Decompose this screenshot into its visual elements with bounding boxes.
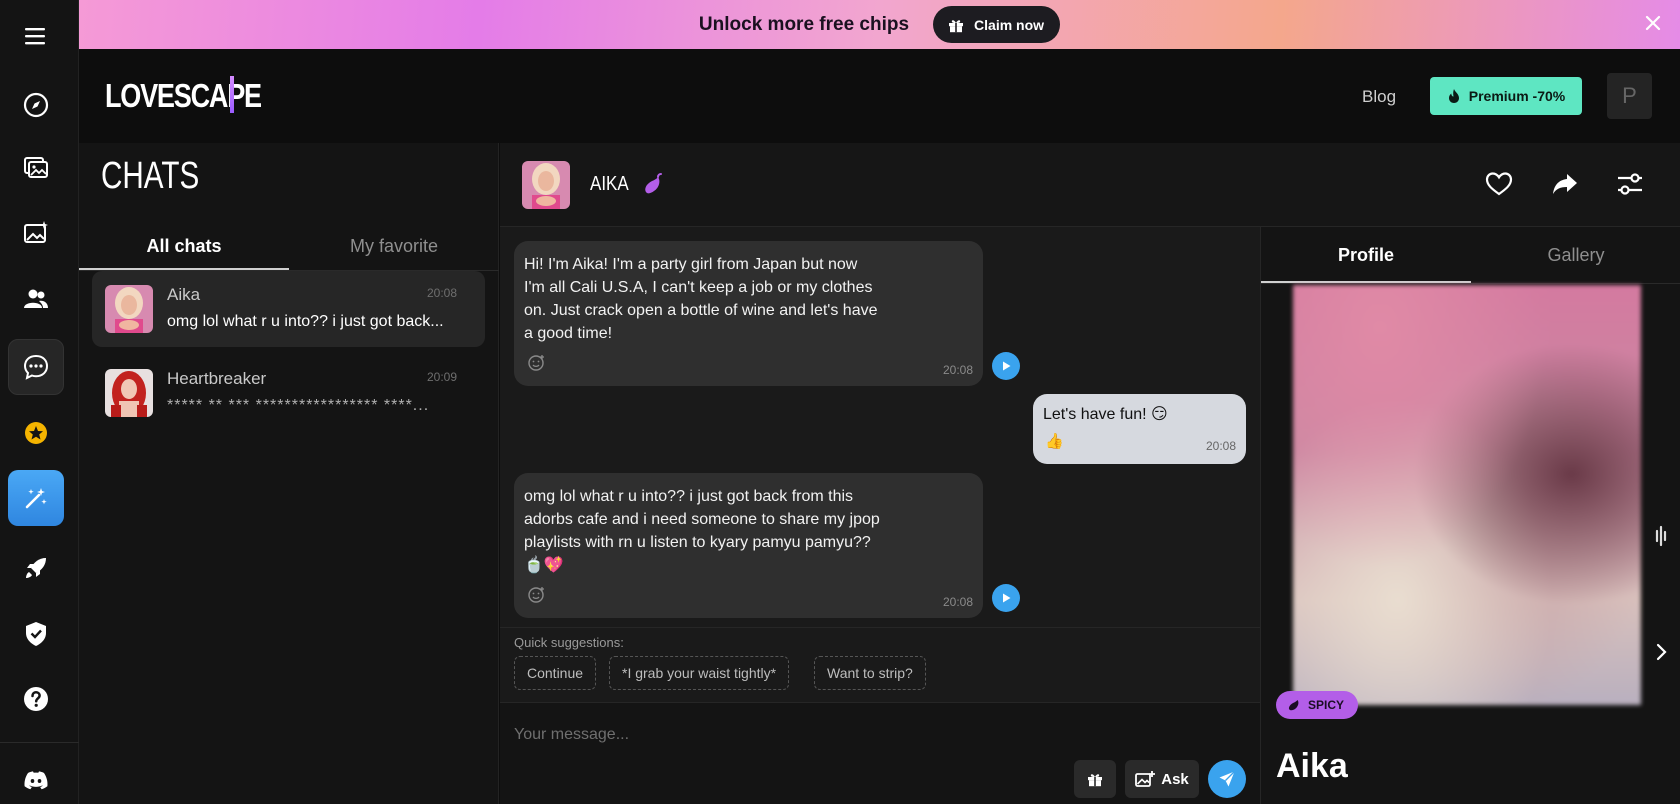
logo[interactable]: LOVESCAPE bbox=[105, 77, 262, 115]
banner-text: Unlock more free chips bbox=[698, 13, 910, 35]
spicy-label: SPICY bbox=[1308, 698, 1345, 712]
message-input[interactable] bbox=[514, 721, 1214, 749]
rocket-icon[interactable] bbox=[8, 540, 64, 596]
chats-icon[interactable] bbox=[8, 339, 64, 395]
pepper-icon bbox=[1288, 700, 1299, 711]
message-bubble-bot: omg lol what r u into?? i just got back … bbox=[514, 473, 983, 618]
chat-time: 20:09 bbox=[426, 370, 457, 384]
chat-list-item-aika[interactable]: Aika 20:08 omg lol what r u into?? i jus… bbox=[92, 271, 485, 347]
fire-icon bbox=[1448, 89, 1459, 103]
message-composer: Ask bbox=[500, 703, 1260, 804]
chats-panel: CHATS All chats My favorite Aika 20:08 o… bbox=[79, 143, 499, 804]
spicy-pepper-icon bbox=[640, 172, 666, 198]
suggestion-grab-waist[interactable]: *I grab your waist tightly* bbox=[609, 656, 790, 690]
gift-button[interactable] bbox=[1074, 760, 1116, 798]
ask-label: Ask bbox=[1161, 770, 1189, 788]
tab-my-favorite[interactable]: My favorite bbox=[289, 221, 499, 270]
suggestion-continue[interactable]: Continue bbox=[514, 656, 597, 690]
send-button[interactable] bbox=[1208, 760, 1246, 798]
discord-icon[interactable] bbox=[8, 752, 64, 804]
add-reaction-icon[interactable] bbox=[526, 585, 546, 605]
chat-preview: ***** ** *** ***************** ****... bbox=[167, 397, 430, 414]
message-text: omg lol what r u into?? i just got back … bbox=[524, 488, 880, 574]
quick-suggestions-label: Quick suggestions: bbox=[514, 635, 624, 650]
gift-icon bbox=[949, 19, 964, 32]
logo-accent-bar bbox=[230, 76, 234, 113]
gallery-icon[interactable] bbox=[8, 139, 64, 195]
image-create-icon[interactable] bbox=[8, 205, 64, 261]
tab-gallery[interactable]: Gallery bbox=[1471, 227, 1680, 283]
chevron-right-icon[interactable] bbox=[1645, 632, 1677, 672]
profile-tabs: Profile Gallery bbox=[1261, 227, 1680, 284]
add-reaction-icon[interactable] bbox=[526, 353, 546, 373]
blog-link[interactable]: Blog bbox=[1362, 87, 1396, 107]
play-audio-icon[interactable] bbox=[992, 584, 1020, 612]
chat-avatar-aika bbox=[105, 285, 153, 333]
message-text: Let's have fun! 😏 bbox=[1043, 406, 1168, 423]
chats-title: CHATS bbox=[101, 155, 200, 197]
help-icon[interactable] bbox=[8, 671, 64, 727]
user-avatar[interactable]: P bbox=[1607, 73, 1652, 119]
premium-button[interactable]: Premium -70% bbox=[1430, 77, 1582, 115]
profile-panel: Profile Gallery SPICY Aika bbox=[1260, 227, 1680, 804]
settings-sliders-icon[interactable] bbox=[1615, 169, 1645, 199]
conversation-header: AIKA bbox=[500, 143, 1680, 227]
share-icon[interactable] bbox=[1550, 169, 1580, 199]
chat-name: Aika bbox=[167, 285, 201, 304]
characters-icon[interactable] bbox=[8, 271, 64, 327]
image-plus-icon bbox=[1135, 771, 1156, 787]
message-list: Hi! I'm Aika! I'm a party girl from Japa… bbox=[500, 227, 1260, 627]
conversation-avatar[interactable] bbox=[522, 161, 570, 209]
app-root: Unlock more free chips Claim now LOVESCA… bbox=[0, 0, 1680, 804]
rail-divider bbox=[0, 742, 79, 743]
profile-photo[interactable] bbox=[1293, 285, 1641, 705]
message-text: Hi! I'm Aika! I'm a party girl from Japa… bbox=[524, 256, 878, 342]
promo-banner: Unlock more free chips Claim now bbox=[79, 0, 1680, 49]
chats-tabs: All chats My favorite bbox=[79, 221, 499, 271]
tab-all-chats[interactable]: All chats bbox=[79, 221, 289, 270]
chat-list-item-heartbreaker[interactable]: Heartbreaker 20:09 ***** ** *** ********… bbox=[92, 355, 485, 431]
close-icon[interactable] bbox=[1642, 12, 1664, 34]
tab-profile[interactable]: Profile bbox=[1261, 227, 1471, 283]
chat-avatar-heartbreaker bbox=[105, 369, 153, 417]
gift-icon bbox=[1088, 774, 1102, 787]
hamburger-menu-icon[interactable] bbox=[20, 20, 52, 52]
heart-icon[interactable] bbox=[1484, 169, 1514, 199]
message-bubble-bot: Hi! I'm Aika! I'm a party girl from Japa… bbox=[514, 241, 983, 386]
chat-time: 20:08 bbox=[426, 286, 457, 300]
icon-rail bbox=[0, 0, 79, 804]
conversation-name: AIKA bbox=[590, 173, 629, 195]
chat-name: Heartbreaker bbox=[167, 369, 267, 388]
premium-label: Premium -70% bbox=[1468, 88, 1566, 104]
favorites-star-icon[interactable] bbox=[8, 405, 64, 461]
claim-now-button[interactable]: Claim now bbox=[933, 6, 1061, 43]
quick-suggestions: Quick suggestions: Continue *I grab your… bbox=[500, 627, 1260, 703]
spicy-badge: SPICY bbox=[1276, 691, 1359, 719]
ask-image-button[interactable]: Ask bbox=[1125, 760, 1199, 798]
conversation-panel: AIKA Hi! I'm Aika! I'm a party girl from… bbox=[500, 143, 1680, 804]
suggestion-strip[interactable]: Want to strip? bbox=[814, 656, 926, 690]
message-time: 20:08 bbox=[1205, 439, 1236, 453]
message-time: 20:08 bbox=[942, 595, 973, 609]
chat-preview: omg lol what r u into?? i just got back.… bbox=[167, 313, 444, 330]
send-icon bbox=[1219, 771, 1235, 787]
shield-icon[interactable] bbox=[8, 606, 64, 662]
top-header: LOVESCAPE Blog Premium -70% P bbox=[79, 49, 1680, 143]
audio-wave-icon[interactable] bbox=[1645, 516, 1677, 556]
message-time: 20:08 bbox=[942, 363, 973, 377]
claim-now-label: Claim now bbox=[974, 16, 1045, 33]
explore-icon[interactable] bbox=[8, 77, 64, 133]
message-bubble-user: Let's have fun! 😏 👍 20:08 bbox=[1033, 394, 1246, 464]
magic-wand-icon[interactable] bbox=[8, 470, 64, 526]
play-audio-icon[interactable] bbox=[992, 352, 1020, 380]
message-reaction[interactable]: 👍 bbox=[1045, 430, 1065, 450]
profile-name: Aika bbox=[1276, 747, 1348, 785]
